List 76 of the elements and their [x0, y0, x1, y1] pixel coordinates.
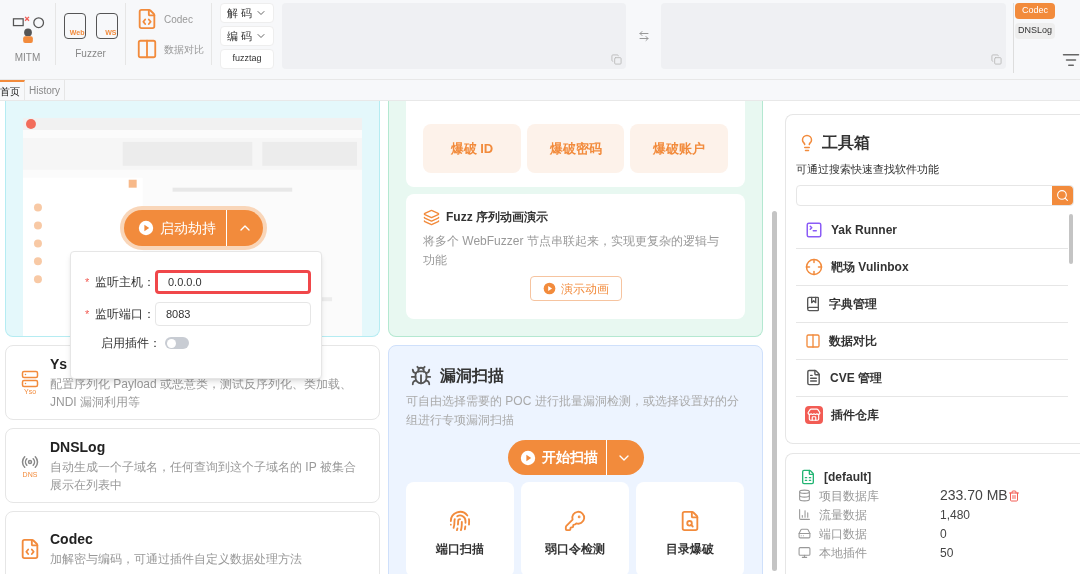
text-field[interactable]: 0.0.0.0 [155, 270, 311, 294]
book-icon [805, 295, 821, 312]
search-icon[interactable] [1056, 188, 1069, 202]
fuzz-description: 将多个 WebFuzzer 节点串联起来，实现更复杂的逻辑与功能 [423, 233, 720, 269]
side-tab[interactable]: DNSLog [1015, 23, 1056, 39]
card-description: 加解密与编码，可通过插件自定义数据处理方法 [50, 551, 302, 568]
toolbox-item[interactable]: 靶场 Vulinbox [796, 248, 1068, 286]
mode-select[interactable]: 解 码 [220, 3, 274, 23]
play-icon [138, 220, 154, 236]
plugin-switch[interactable] [165, 337, 189, 349]
stat-label: 项目数据库 [819, 487, 880, 505]
scan-tool-card[interactable]: 弱口令检测 [521, 482, 629, 574]
toolbox-item[interactable]: 插件仓库 [796, 396, 1068, 434]
toolbox-title: 工具箱 [822, 133, 870, 153]
scrollbar[interactable] [771, 211, 777, 571]
database-icon [798, 489, 811, 502]
sort-icon[interactable] [1062, 51, 1080, 69]
fuzzer-label: Fuzzer [75, 47, 106, 61]
card-title: DNSLog [50, 438, 106, 457]
card-title: Codec [50, 530, 93, 549]
code-window-icon[interactable] [136, 8, 158, 30]
vuln-title: 漏洞扫描 [440, 366, 504, 386]
bug-icon [410, 365, 432, 387]
project-name: [default] [824, 469, 872, 486]
toolbox-item[interactable]: Yak Runner [796, 211, 1068, 249]
field-label: 监听端口： [95, 306, 155, 323]
compare-icon [805, 332, 821, 349]
stat-label: 流量数据 [819, 506, 868, 524]
fingerprint-icon [449, 509, 471, 532]
terminal-icon [805, 220, 823, 239]
toolbox-item[interactable]: 数据对比 [796, 322, 1068, 360]
bar-chart-icon [798, 508, 811, 521]
trash-icon[interactable] [1007, 489, 1020, 502]
vuln-description: 可自由选择需要的 POC 进行批量漏洞检测，或选择设置好的分组进行专项漏洞扫描 [406, 393, 740, 429]
document-icon [805, 369, 822, 386]
copy-icon[interactable] [611, 54, 622, 65]
file-search-icon [679, 509, 701, 532]
mitm-label: MITM [14, 51, 41, 65]
search-field[interactable] [796, 184, 1074, 206]
stat-value: 1,480 [940, 506, 971, 524]
drive-icon [798, 527, 811, 540]
card-description: 自动生成一个子域名，任何查询到这个子域名的 IP 被集合展示在列表中 [50, 459, 357, 494]
required-mark: * [85, 306, 90, 322]
input-area[interactable] [282, 3, 626, 69]
field-label: 监听主机： [95, 274, 155, 291]
toolbox-item[interactable]: 字典管理 [796, 285, 1068, 323]
monitor-icon [798, 546, 811, 559]
target-icon [805, 257, 823, 276]
copy-icon[interactable] [991, 54, 1002, 65]
toolbox-item[interactable]: CVE 管理 [796, 359, 1068, 397]
stat-value: 50 [940, 544, 954, 562]
required-mark: * [85, 274, 90, 290]
stat-label: 本地插件 [819, 544, 868, 562]
mode-select[interactable]: 编 码 [220, 26, 274, 46]
play-icon [519, 449, 536, 466]
key-icon [564, 509, 586, 532]
store-icon [805, 406, 823, 424]
card-description: 配置序列化 Payload 或恶意类，测试反序列化、类加载、JNDI 漏洞利用等 [50, 376, 354, 411]
card-title: Ys [50, 355, 68, 374]
toolbox-subtitle: 可通过搜索快速查找软件功能 [796, 162, 940, 177]
swap-icon[interactable] [637, 30, 650, 42]
stat-value: 233.70 MB [940, 486, 1008, 505]
stat-value: 0 [940, 525, 947, 543]
scan-tool-card[interactable]: 目录爆破 [636, 482, 744, 574]
tool-card[interactable]: Codec 加解密与编码，可通过插件自定义数据处理方法 [5, 511, 380, 574]
text-field[interactable]: 8083 [155, 302, 311, 326]
play-icon [542, 282, 556, 295]
stat-label: 端口数据 [819, 525, 868, 543]
document-icon [800, 468, 816, 486]
compare-icon[interactable] [136, 38, 158, 60]
scrollbar[interactable] [1069, 213, 1073, 264]
layers-icon [423, 208, 440, 226]
fuzz-title: Fuzz 序列动画演示 [446, 209, 548, 226]
fuzztag-button[interactable]: fuzztag [220, 49, 274, 69]
scan-tool-card[interactable]: 端口扫描 [406, 482, 514, 574]
code-window-icon [19, 537, 41, 560]
